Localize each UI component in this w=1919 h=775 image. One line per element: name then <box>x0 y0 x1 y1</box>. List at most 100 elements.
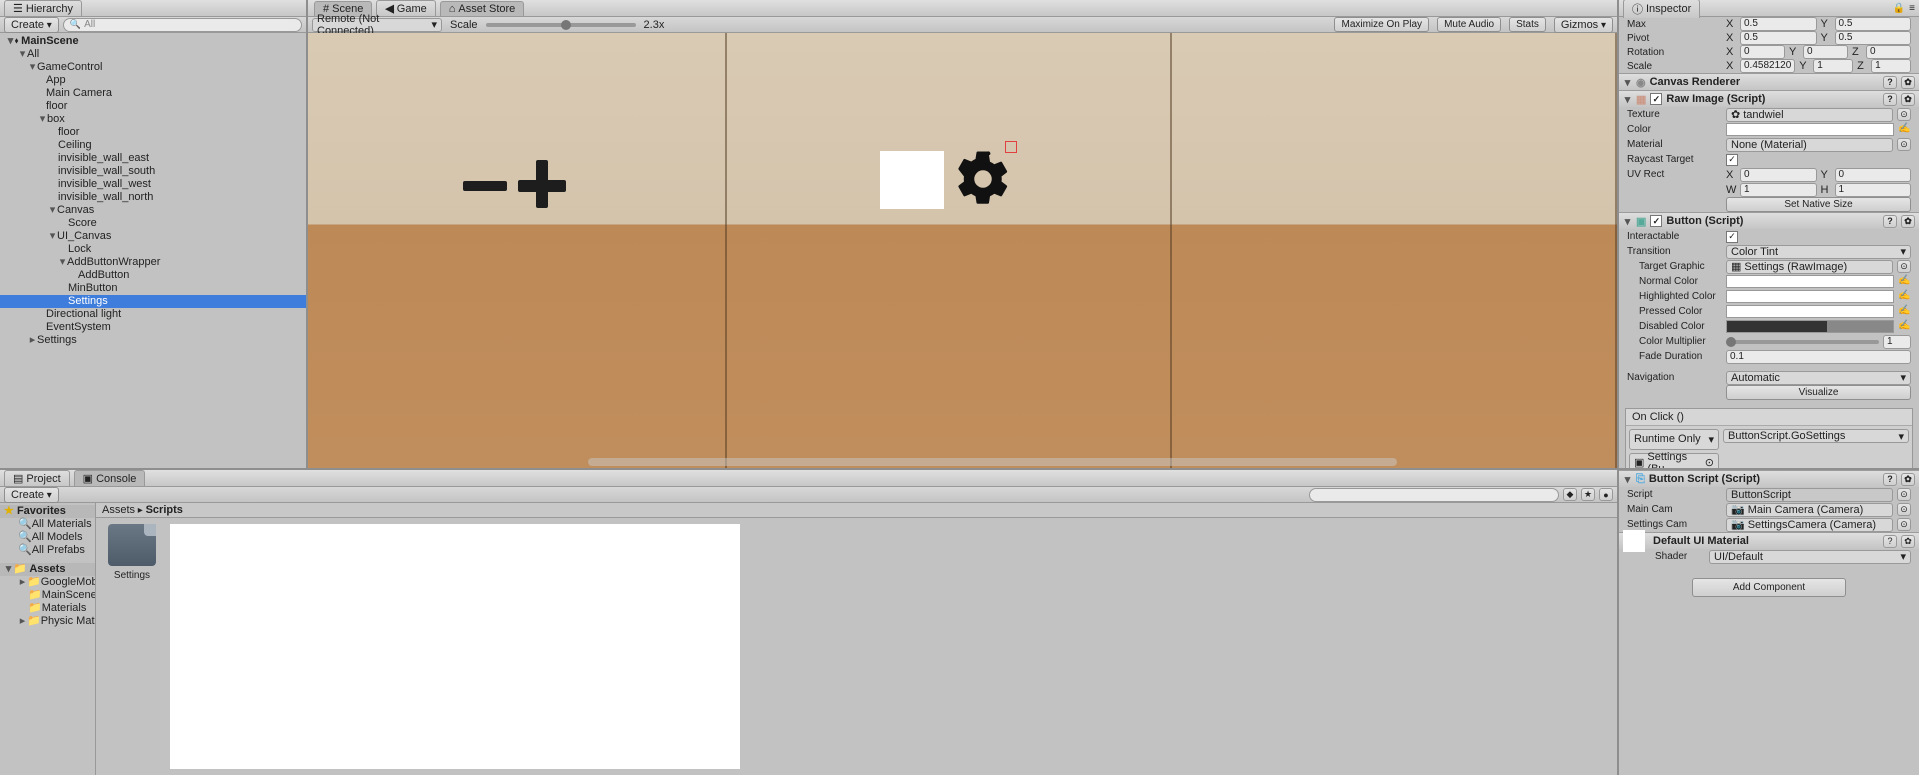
tree-item[interactable]: floor <box>0 126 306 139</box>
uv-y[interactable]: 0 <box>1835 168 1912 182</box>
shader-dropdown[interactable]: UI/Default▾ <box>1709 550 1911 564</box>
filter-icon[interactable]: ★ <box>1581 488 1595 501</box>
eyedropper-icon[interactable]: ✍ <box>1898 320 1911 333</box>
button-enable[interactable]: ✓ <box>1650 215 1662 227</box>
tree-item[interactable]: ▾AddButtonWrapper <box>0 256 306 269</box>
material-field[interactable]: None (Material) <box>1726 138 1893 152</box>
rot-y[interactable]: 0 <box>1803 45 1848 59</box>
console-tab[interactable]: ▣Console <box>74 470 146 486</box>
help-icon[interactable]: ? <box>1883 535 1897 548</box>
picker-icon[interactable]: ⊙ <box>1897 518 1911 531</box>
buttonscript-header[interactable]: ▾⎘Button Script (Script)?✿ <box>1619 471 1919 487</box>
project-tree[interactable]: ★ Favorites 🔍All Materials 🔍All Models 🔍… <box>0 503 96 775</box>
runtime-dropdown[interactable]: Runtime Only▾ <box>1629 429 1719 450</box>
tree-item[interactable]: invisible_wall_north <box>0 191 306 204</box>
breadcrumb[interactable]: Assets ▸ Scripts <box>96 503 1617 518</box>
menu-icon[interactable]: ≡ <box>1909 3 1915 14</box>
color-mult-slider[interactable] <box>1726 340 1879 344</box>
tree-item[interactable]: Ceiling <box>0 139 306 152</box>
stats-button[interactable]: Stats <box>1509 17 1546 32</box>
gear-icon[interactable]: ✿ <box>1901 473 1915 486</box>
set-native-size-button[interactable]: Set Native Size <box>1726 197 1911 212</box>
pressed-color[interactable] <box>1726 305 1894 318</box>
raycast-checkbox[interactable]: ✓ <box>1726 154 1738 166</box>
rawimage-header[interactable]: ▾▦✓Raw Image (Script)?✿ <box>1619 91 1919 107</box>
eyedropper-icon[interactable]: ✍ <box>1898 305 1911 318</box>
tree-item[interactable]: 🔍All Prefabs <box>0 544 95 557</box>
aspect-dropdown[interactable]: Remote (Not Connected)▾ <box>312 18 442 32</box>
help-icon[interactable]: ? <box>1883 473 1897 486</box>
rawimage-enable[interactable]: ✓ <box>1650 93 1662 105</box>
horizontal-scrollbar[interactable] <box>588 458 1397 466</box>
tree-item[interactable]: ▸📁Physic Mate <box>0 615 95 628</box>
picker-icon[interactable]: ⊙ <box>1897 503 1911 516</box>
navigation-dropdown[interactable]: Automatic▾ <box>1726 371 1911 385</box>
pivot-x[interactable]: 0.5 <box>1740 31 1817 45</box>
tree-item[interactable]: invisible_wall_west <box>0 178 306 191</box>
tree-item[interactable]: Main Camera <box>0 87 306 100</box>
visualize-button[interactable]: Visualize <box>1726 385 1911 400</box>
uv-w[interactable]: 1 <box>1740 183 1817 197</box>
hierarchy-search[interactable]: 🔍All <box>63 18 302 32</box>
eyedropper-icon[interactable]: ✍ <box>1898 275 1911 288</box>
assetstore-tab[interactable]: ⌂Asset Store <box>440 1 525 16</box>
tree-item[interactable]: ▾Canvas <box>0 204 306 217</box>
help-icon[interactable]: ? <box>1883 93 1897 106</box>
create-button[interactable]: Create ▾ <box>4 17 59 33</box>
picker-icon[interactable]: ⊙ <box>1897 488 1911 501</box>
help-icon[interactable]: ? <box>1883 215 1897 228</box>
gear-icon[interactable]: ✿ <box>1901 93 1915 106</box>
gear-icon[interactable]: ✿ <box>1901 535 1915 548</box>
tree-item[interactable]: ▾UI_Canvas <box>0 230 306 243</box>
texture-field[interactable]: ✿tandwiel <box>1726 108 1893 122</box>
tree-item[interactable]: Lock <box>0 243 306 256</box>
uv-x[interactable]: 0 <box>1740 168 1817 182</box>
eyedropper-icon[interactable]: ✍ <box>1898 123 1911 136</box>
tree-item[interactable]: invisible_wall_south <box>0 165 306 178</box>
color-mult-value[interactable]: 1 <box>1883 335 1911 349</box>
help-icon[interactable]: ? <box>1883 76 1897 89</box>
tree-item[interactable]: ▾All <box>0 48 306 61</box>
tree-item[interactable]: invisible_wall_east <box>0 152 306 165</box>
picker-icon[interactable]: ⊙ <box>1897 108 1911 121</box>
tree-item[interactable]: floor <box>0 100 306 113</box>
target-graphic-field[interactable]: ▦Settings (RawImage) <box>1726 260 1893 274</box>
pivot-y[interactable]: 0.5 <box>1835 31 1912 45</box>
assets-header[interactable]: ▾📁 Assets <box>0 563 95 576</box>
inspector-tab[interactable]: ⓘInspector <box>1623 0 1700 18</box>
asset-item[interactable]: Settings <box>102 524 162 769</box>
add-component-button[interactable]: Add Component <box>1692 578 1846 597</box>
picker-icon[interactable]: ⊙ <box>1897 260 1911 273</box>
tree-item[interactable]: 🔍All Materials <box>0 518 95 531</box>
onclick-object[interactable]: ▣Settings (Bu⊙ <box>1629 453 1719 469</box>
function-dropdown[interactable]: ButtonScript.GoSettings▾ <box>1723 429 1909 443</box>
disabled-color[interactable] <box>1726 320 1894 333</box>
tree-item[interactable]: ▸📁GoogleMobi <box>0 576 95 589</box>
tree-item[interactable]: 🔍All Models <box>0 531 95 544</box>
tree-item[interactable]: Directional light <box>0 308 306 321</box>
canvas-renderer-header[interactable]: ▾◉Canvas Renderer?✿ <box>1619 74 1919 90</box>
project-tab[interactable]: ▤Project <box>4 470 70 486</box>
tree-item-selected[interactable]: Settings <box>0 295 306 308</box>
transition-dropdown[interactable]: Color Tint▾ <box>1726 245 1911 259</box>
hierarchy-tab[interactable]: ☰ Hierarchy <box>4 0 82 16</box>
tree-item[interactable]: 📁MainScene <box>0 589 95 602</box>
maximize-button[interactable]: Maximize On Play <box>1334 17 1429 32</box>
maincam-field[interactable]: 📷Main Camera (Camera) <box>1726 503 1893 517</box>
button-header[interactable]: ▾▣✓Button (Script)?✿ <box>1619 213 1919 229</box>
max-x[interactable]: 0.5 <box>1740 17 1817 31</box>
scale-z[interactable]: 1 <box>1871 59 1911 73</box>
project-search[interactable] <box>1309 488 1559 502</box>
eyedropper-icon[interactable]: ✍ <box>1898 290 1911 303</box>
create-button[interactable]: Create ▾ <box>4 487 59 503</box>
tree-item[interactable]: MinButton <box>0 282 306 295</box>
highlighted-color[interactable] <box>1726 290 1894 303</box>
scale-slider[interactable] <box>486 23 636 27</box>
filter-icon[interactable]: ◆ <box>1563 488 1577 501</box>
tree-item[interactable]: 📁Materials <box>0 602 95 615</box>
settingscam-field[interactable]: 📷SettingsCamera (Camera) <box>1726 518 1893 532</box>
tree-item[interactable]: EventSystem <box>0 321 306 334</box>
tree-item[interactable]: ▾GameControl <box>0 61 306 74</box>
mute-button[interactable]: Mute Audio <box>1437 17 1501 32</box>
color-field[interactable] <box>1726 123 1894 136</box>
